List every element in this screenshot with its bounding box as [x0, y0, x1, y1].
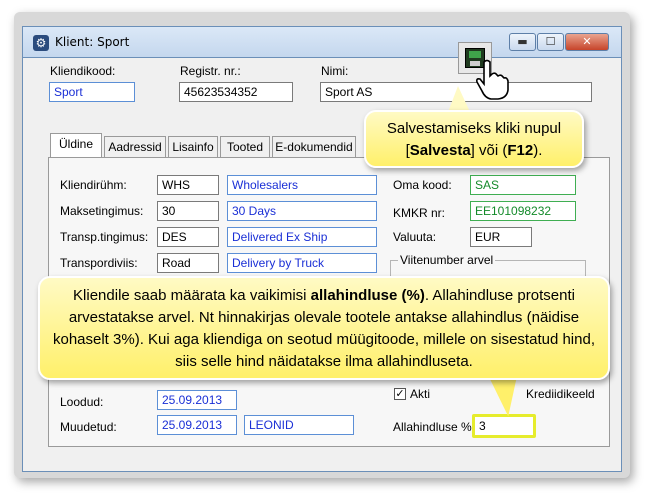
tab-e-documents[interactable]: E-dokumendid — [272, 136, 356, 158]
modified-label: Muudetud: — [60, 420, 117, 434]
created-label: Loodud: — [60, 395, 104, 409]
created-field: 25.09.2013 — [157, 390, 237, 410]
transport-terms-code-field[interactable]: DES — [157, 227, 219, 247]
save-callout-line1: Salvestamiseks kliki nupul — [386, 120, 562, 137]
own-code-label: Oma kood: — [393, 178, 452, 192]
discount-label: Allahindluse %: — [393, 420, 476, 434]
save-callout-pointer — [448, 86, 470, 112]
title-bar[interactable]: ⚙ Klient: Sport ▬ ☐ ✕ — [22, 26, 622, 58]
transport-mode-name-field[interactable]: Delivery by Truck — [227, 253, 377, 273]
reference-number-group-title: Viitenumber arvel — [398, 253, 496, 267]
modified-by-field: LEONID — [244, 415, 354, 435]
transport-mode-code-field[interactable]: Road — [157, 253, 219, 273]
client-code-label: Kliendikood: — [50, 64, 116, 78]
discount-highlight — [472, 414, 536, 438]
maximize-button[interactable]: ☐ — [537, 33, 564, 51]
name-label: Nimi: — [321, 64, 349, 78]
tab-products[interactable]: Tooted — [220, 136, 270, 158]
vat-no-field[interactable]: EE101098232 — [470, 201, 576, 221]
discount-callout: Kliendile saab määrata ka vaikimisi alla… — [38, 276, 610, 380]
vat-no-label: KMKR nr: — [393, 206, 446, 220]
transport-mode-label: Transpordiviis: — [60, 256, 138, 270]
close-button[interactable]: ✕ — [565, 33, 609, 51]
transport-terms-label: Transp.tingimus: — [60, 230, 149, 244]
window-title: Klient: Sport — [55, 35, 130, 49]
modified-field: 25.09.2013 — [157, 415, 237, 435]
reg-no-label: Registr. nr.: — [180, 64, 241, 78]
credit-limit-label: Krediidikeeld — [526, 387, 595, 401]
save-callout-line2: [Salvesta] või (F12). — [405, 142, 543, 159]
currency-label: Valuuta: — [393, 230, 437, 244]
app-icon: ⚙ — [33, 35, 49, 51]
transport-terms-name-field[interactable]: Delivered Ex Ship — [227, 227, 377, 247]
payment-terms-label: Maksetingimus: — [60, 204, 144, 218]
hand-pointer-icon — [476, 59, 509, 100]
tab-addresses[interactable]: Aadressid — [104, 136, 166, 158]
client-code-field[interactable]: Sport — [49, 82, 135, 102]
reg-no-field[interactable]: 45623534352 — [179, 82, 293, 102]
active-checkbox[interactable]: ✓ — [394, 388, 406, 400]
tab-additional-info[interactable]: Lisainfo — [168, 136, 218, 158]
own-code-field[interactable]: SAS — [470, 175, 576, 195]
payment-terms-code-field[interactable]: 30 — [157, 201, 219, 221]
currency-field[interactable]: EUR — [470, 227, 532, 247]
client-group-name-field[interactable]: Wholesalers — [227, 175, 377, 195]
minimize-button[interactable]: ▬ — [509, 33, 536, 51]
client-group-code-field[interactable]: WHS — [157, 175, 219, 195]
payment-terms-name-field[interactable]: 30 Days — [227, 201, 377, 221]
active-label: Akti — [410, 387, 431, 401]
client-group-label: Kliendirühm: — [60, 178, 127, 192]
save-callout: Salvestamiseks kliki nupul [Salvesta] võ… — [364, 110, 584, 168]
tab-general[interactable]: Üldine — [50, 133, 102, 159]
